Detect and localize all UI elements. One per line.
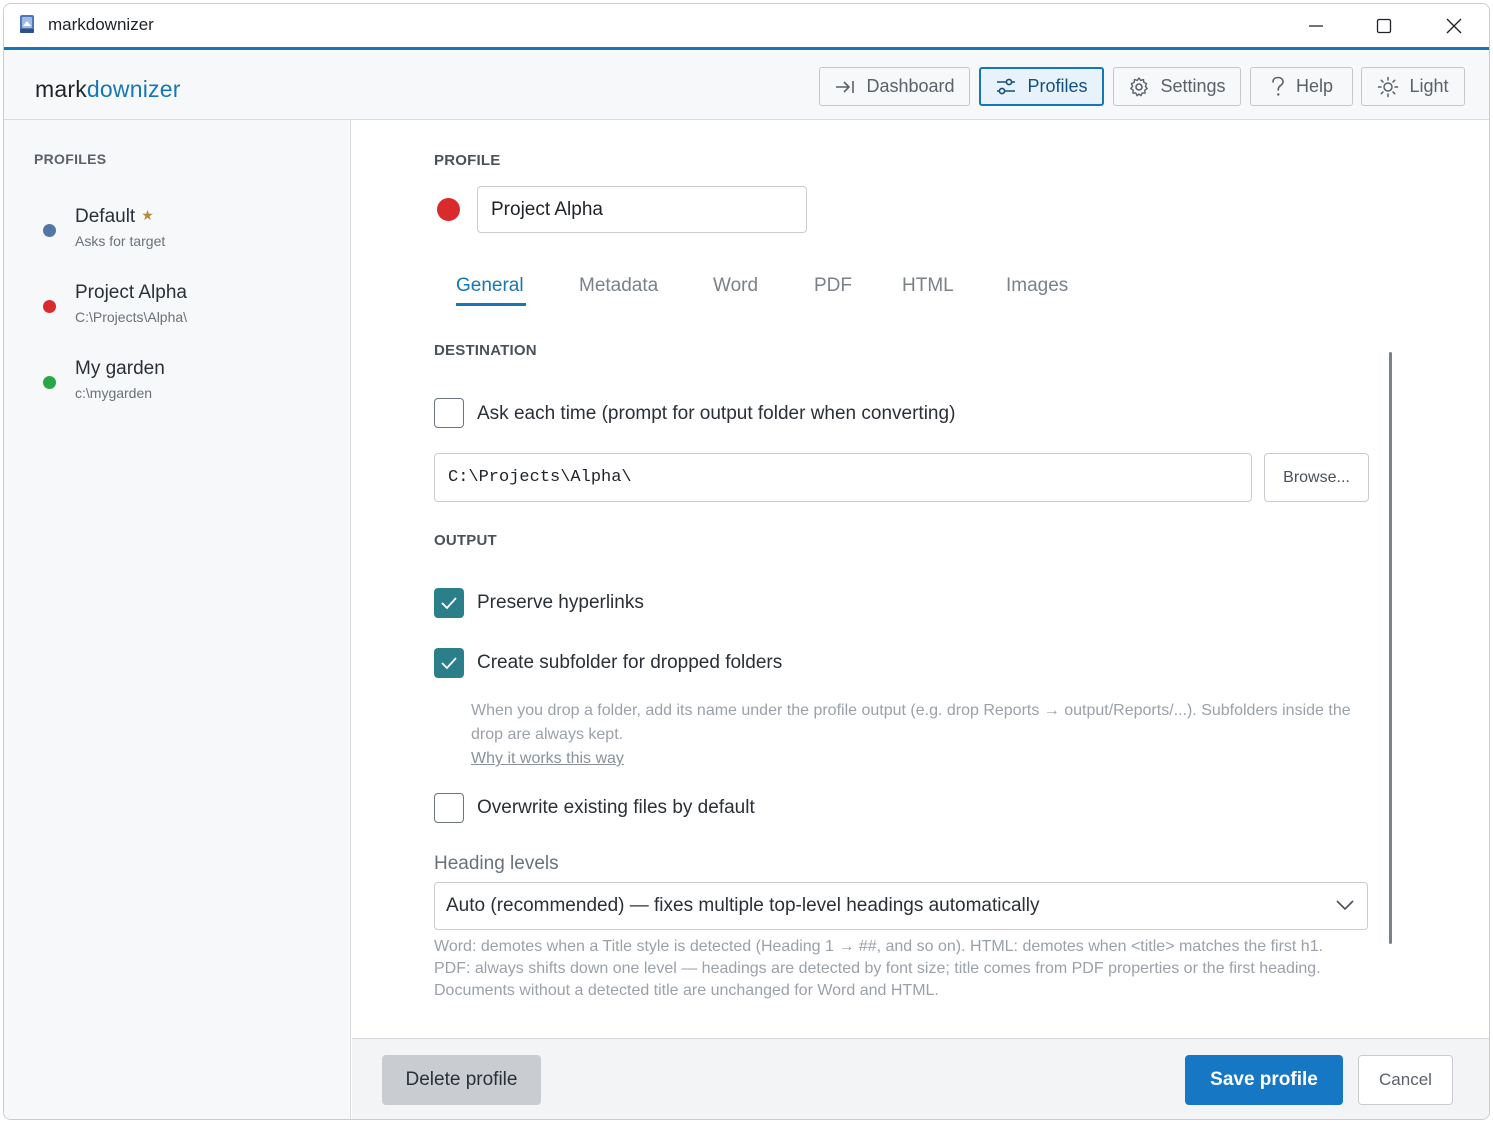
overwrite-label: Overwrite existing files by default: [477, 797, 755, 818]
heading-levels-note: Word: demotes when a Title style is dete…: [434, 936, 1384, 1002]
nav-light-label: Light: [1409, 76, 1449, 96]
gear-icon: [1130, 76, 1149, 96]
profile-name: Default: [75, 206, 136, 227]
preserve-hyperlinks-label: Preserve hyperlinks: [477, 592, 644, 613]
overwrite-checkbox[interactable]: [434, 793, 464, 823]
title-bar: markdownizer: [4, 4, 1489, 50]
profile-name: Project Alpha: [75, 282, 187, 303]
heading-note-line-3: Documents without a detected title are u…: [434, 982, 939, 999]
active-tab-indicator: [456, 303, 526, 306]
heading-levels-selected: Auto (recommended) — fixes multiple top-…: [446, 895, 1040, 916]
profile-color-dot: [43, 376, 56, 389]
preserve-hyperlinks-checkbox[interactable]: [434, 588, 464, 618]
sidebar-heading: PROFILES: [34, 151, 107, 167]
tab-html[interactable]: HTML: [902, 275, 954, 297]
tab-metadata[interactable]: Metadata: [579, 275, 658, 297]
brand-part-2: downizer: [86, 76, 181, 102]
heading-note-line-1: Word: demotes when a Title style is dete…: [434, 938, 1324, 955]
cancel-button[interactable]: Cancel: [1358, 1055, 1453, 1105]
sidebar-item-project-alpha[interactable]: Project Alpha C:\Projects\Alpha\: [4, 278, 350, 342]
minimize-icon: [1309, 25, 1323, 27]
close-icon: [1446, 18, 1462, 34]
why-it-works-link[interactable]: Why it works this way: [471, 750, 624, 768]
chevron-down-icon: [1336, 900, 1354, 911]
nav-help-button[interactable]: Help: [1250, 67, 1353, 106]
tab-word[interactable]: Word: [713, 275, 758, 297]
heading-levels-label: Heading levels: [434, 853, 559, 874]
save-profile-button[interactable]: Save profile: [1185, 1055, 1343, 1105]
nav-settings-button[interactable]: Settings: [1113, 67, 1241, 106]
delete-profile-button[interactable]: Delete profile: [382, 1055, 541, 1105]
profile-name-input[interactable]: [477, 186, 807, 233]
default-star-icon: ★: [141, 207, 154, 223]
app-icon: [18, 14, 38, 34]
brand-logo: markdownizer: [35, 76, 181, 103]
profile-color-picker[interactable]: [437, 198, 460, 221]
sidebar-item-my-garden[interactable]: My garden c:\mygarden: [4, 354, 350, 418]
app-window: markdownizer markdownizer Dashboard Prof…: [3, 3, 1490, 1120]
output-section-label: OUTPUT: [434, 532, 497, 549]
tab-general[interactable]: General: [456, 275, 524, 297]
brand-part-1: mark: [35, 76, 87, 102]
minimize-button[interactable]: [1281, 4, 1351, 48]
question-icon: [1272, 76, 1284, 96]
profile-path: c:\mygarden: [75, 385, 153, 401]
nav-dashboard-button[interactable]: Dashboard: [819, 67, 970, 106]
app-header: markdownizer Dashboard Profiles Settings…: [4, 50, 1489, 120]
heading-note-line-2: PDF: always shifts down one level — head…: [434, 960, 1321, 977]
sidebar-item-default[interactable]: Default ★ Asks for target: [4, 202, 350, 266]
nav-help-label: Help: [1295, 76, 1334, 96]
checkmark-icon: [441, 597, 457, 610]
heading-levels-select[interactable]: Auto (recommended) — fixes multiple top-…: [434, 882, 1368, 930]
subfolder-help-text: When you drop a folder, add its name und…: [471, 702, 1351, 743]
close-button[interactable]: [1419, 4, 1489, 48]
checkmark-icon: [441, 657, 457, 670]
sliders-icon: [997, 78, 1016, 94]
nav-profiles-label: Profiles: [1027, 76, 1088, 96]
profile-path: Asks for target: [75, 233, 166, 249]
profiles-sidebar: PROFILES Default ★ Asks for target Projec…: [4, 120, 351, 1119]
maximize-button[interactable]: [1349, 4, 1419, 48]
maximize-icon: [1376, 18, 1392, 34]
scrollbar[interactable]: [1389, 352, 1392, 944]
create-subfolder-label: Create subfolder for dropped folders: [477, 652, 783, 673]
profile-name-line: Default ★: [75, 206, 154, 228]
nav-settings-label: Settings: [1160, 76, 1226, 96]
sun-icon: [1378, 76, 1399, 97]
profile-color-dot: [43, 224, 56, 237]
ask-each-time-checkbox[interactable]: [434, 398, 464, 428]
nav-dashboard-label: Dashboard: [866, 76, 955, 96]
profile-editor: PROFILE General Metadata Word PDF HTML I…: [352, 120, 1489, 1040]
profile-section-label: PROFILE: [434, 152, 501, 169]
create-subfolder-checkbox[interactable]: [434, 648, 464, 678]
profile-name: My garden: [75, 358, 165, 379]
window-title: markdownizer: [48, 15, 154, 34]
profile-path: C:\Projects\Alpha\: [75, 309, 188, 325]
nav-profiles-button[interactable]: Profiles: [979, 67, 1104, 106]
arrow-to-line-icon: [836, 80, 855, 93]
tab-images[interactable]: Images: [1006, 275, 1068, 297]
destination-section-label: DESTINATION: [434, 342, 537, 359]
ask-each-time-label: Ask each time (prompt for output folder …: [477, 403, 956, 424]
nav-light-button[interactable]: Light: [1361, 67, 1465, 106]
editor-footer: Delete profile Save profile Cancel: [352, 1038, 1489, 1119]
profile-color-dot: [43, 300, 56, 313]
output-path-input[interactable]: [434, 453, 1252, 502]
browse-button[interactable]: Browse...: [1264, 453, 1369, 502]
tab-pdf[interactable]: PDF: [814, 275, 852, 297]
